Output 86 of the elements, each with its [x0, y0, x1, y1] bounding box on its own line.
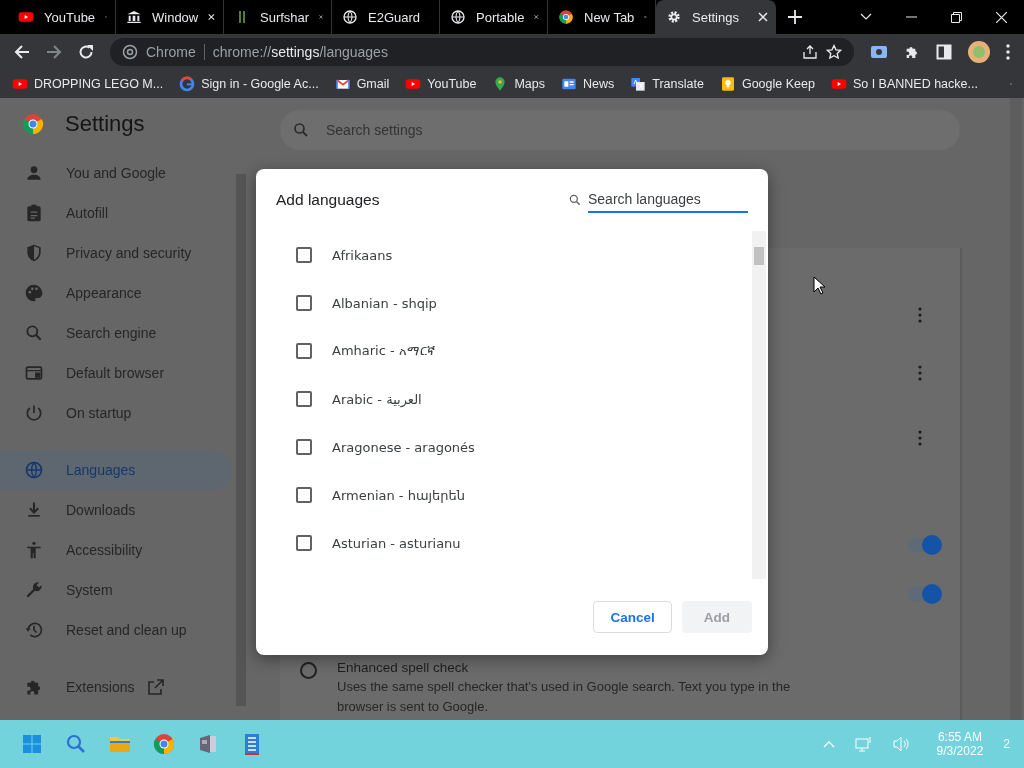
share-icon[interactable]: [802, 44, 818, 60]
bookmark[interactable]: Google Keep: [719, 76, 815, 92]
checkbox[interactable]: [296, 391, 312, 407]
language-label: Albanian - shqip: [332, 295, 437, 311]
bookmark[interactable]: News: [561, 76, 615, 92]
screen-capture-icon[interactable]: [870, 44, 888, 60]
bookmark[interactable]: So I BANNED hacke...: [830, 76, 978, 92]
chrome-icon: [21, 111, 45, 136]
clock-date: 9/3/2022: [936, 744, 984, 758]
g-logo-icon: [179, 76, 196, 92]
restore-icon[interactable]: [951, 11, 962, 23]
dialog-title: Add languages: [276, 191, 380, 209]
globe-icon: [342, 9, 358, 25]
translate-icon: [630, 76, 647, 92]
person-icon: [24, 163, 44, 183]
play-icon: [830, 76, 847, 92]
checkbox[interactable]: [296, 535, 312, 551]
option-description: Uses the same spell checker that's used in Google search. Text you type in the browser is sent to Google.: [337, 678, 792, 716]
radio-button[interactable]: [300, 662, 317, 679]
address-bar[interactable]: Chrome chrome://settings/languages: [110, 38, 854, 66]
checkbox[interactable]: [296, 343, 312, 359]
page-title: Settings: [65, 110, 145, 137]
clock-time: 6:55 AM: [937, 730, 982, 744]
search-icon: [292, 121, 310, 139]
browser-tab[interactable]: Settings: [656, 0, 776, 34]
cursor-icon: [813, 276, 826, 295]
back-icon[interactable]: [14, 44, 30, 60]
bookmark[interactable]: Gmail: [334, 76, 390, 92]
windows-logo-icon: [20, 732, 44, 756]
scrollbar[interactable]: [1010, 98, 1022, 720]
checkbox[interactable]: [296, 439, 312, 455]
scrollbar[interactable]: [752, 231, 766, 579]
play-icon: [405, 76, 422, 92]
site-label: Chrome: [146, 44, 196, 60]
news-icon: [561, 76, 577, 92]
cancel-button[interactable]: Cancel: [593, 601, 672, 633]
accessibility-icon: [24, 540, 44, 560]
globe-icon: [450, 9, 466, 25]
language-label: Aragonese - aragonés: [332, 439, 475, 455]
forward-icon[interactable]: [46, 44, 62, 60]
bookmark[interactable]: Sign in - Google Ac...: [179, 76, 319, 92]
reload-icon[interactable]: [78, 44, 94, 60]
star-icon[interactable]: [826, 44, 842, 60]
settings-icon: [666, 9, 682, 25]
side-panel-icon[interactable]: [936, 44, 952, 60]
language-label: Afrikaans: [332, 247, 393, 263]
checkbox[interactable]: [296, 247, 312, 263]
option-label: Enhanced spell check: [337, 660, 470, 675]
clipboard-icon: [24, 203, 44, 223]
external-link-icon: [148, 679, 165, 695]
chrome-icon: [152, 732, 176, 756]
bookmark[interactable]: Maps: [492, 76, 545, 92]
history-icon: [24, 620, 44, 640]
more-icon[interactable]: [918, 365, 922, 381]
building-icon: [126, 9, 142, 25]
bookmark[interactable]: YouTube: [405, 76, 477, 92]
url-text: chrome://settings/languages: [212, 44, 388, 60]
chevron-down-icon[interactable]: [860, 13, 872, 21]
menu-icon[interactable]: [1006, 44, 1010, 60]
play-icon: [18, 9, 34, 25]
globe-icon: [24, 460, 44, 480]
puzzle-icon[interactable]: [904, 44, 920, 60]
more-icon[interactable]: [918, 430, 922, 446]
avatar-icon[interactable]: [968, 41, 990, 63]
language-label: Amharic - አማርኛ: [332, 343, 435, 359]
checkbox[interactable]: [296, 487, 312, 503]
palette-icon: [24, 283, 44, 303]
wrench-icon: [24, 580, 44, 600]
search-icon: [24, 323, 44, 343]
mail-icon: [334, 76, 351, 92]
language-label: Asturian - asturianu: [332, 535, 461, 551]
language-label: Armenian - հայերեն: [332, 487, 466, 503]
new-tab-icon[interactable]: [788, 10, 802, 24]
bulb-icon: [719, 76, 736, 92]
bookmark[interactable]: Translate: [630, 76, 704, 92]
power-icon: [24, 403, 44, 423]
checkbox[interactable]: [296, 295, 312, 311]
more-icon[interactable]: [918, 307, 922, 323]
shield-icon: [24, 243, 44, 263]
language-label: Arabic - العربية: [332, 391, 422, 407]
play-icon: [12, 76, 28, 92]
bookmark[interactable]: DROPPING LEGO M...: [12, 76, 164, 92]
chrome-icon: [122, 44, 138, 60]
browser-window-icon: [24, 363, 44, 383]
search-icon: [568, 193, 582, 207]
chrome-icon: [558, 9, 574, 25]
